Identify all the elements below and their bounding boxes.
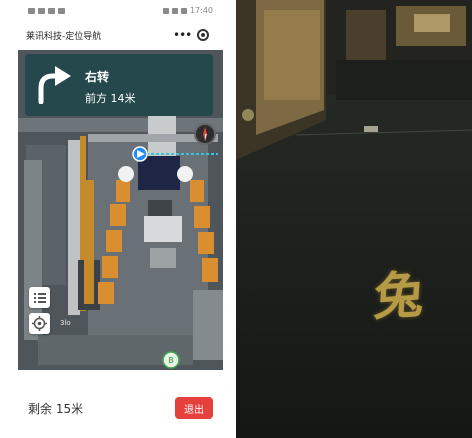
camera-view: 兔 (236, 0, 472, 438)
phone-screen: 17:40 莱讯科技-定位导航 ••• B 3lo 右转 前方 14米 剩余 1… (18, 0, 223, 438)
locate-icon (32, 316, 47, 331)
floor-list-button[interactable] (29, 287, 50, 308)
floor-badge: B (168, 356, 174, 365)
indoor-map[interactable]: B 3lo 右转 前方 14米 (18, 50, 223, 370)
locate-me-button[interactable] (29, 313, 50, 334)
wifi-icon (171, 7, 178, 14)
navigation-footer: 剩余 15米 退出 (18, 372, 223, 438)
projected-floor-character: 兔 (372, 264, 427, 327)
status-notification-icons (28, 8, 65, 14)
app-screenshot: 17:40 莱讯科技-定位导航 ••• B 3lo 右转 前方 14米 剩余 1… (0, 0, 472, 438)
page-title: 莱讯科技-定位导航 (26, 32, 102, 42)
battery-icon (180, 7, 187, 14)
camera-scene (236, 0, 472, 438)
remaining-distance: 剩余 15米 (28, 402, 84, 416)
compass-icon[interactable] (194, 123, 216, 145)
turn-distance: 前方 14米 (85, 92, 136, 105)
turn-right-arrow-icon (38, 66, 71, 104)
status-system-icons: 17:40 (162, 6, 213, 15)
escalator-icon (177, 166, 193, 182)
escalator-icon (118, 166, 134, 182)
status-time: 17:40 (189, 6, 213, 15)
list-icon (34, 293, 46, 303)
close-miniprogram-icon[interactable] (197, 29, 209, 41)
turn-direction: 右转 (85, 70, 110, 84)
signal-icon (162, 7, 169, 14)
exit-navigation-button[interactable]: 退出 (175, 397, 213, 419)
status-bar: 17:40 (18, 0, 223, 22)
turn-instruction-card: 右转 前方 14米 (25, 54, 213, 116)
map-small-label: 3lo (60, 319, 71, 327)
more-menu-icon[interactable]: ••• (173, 29, 192, 41)
title-bar: 莱讯科技-定位导航 ••• (18, 24, 223, 48)
